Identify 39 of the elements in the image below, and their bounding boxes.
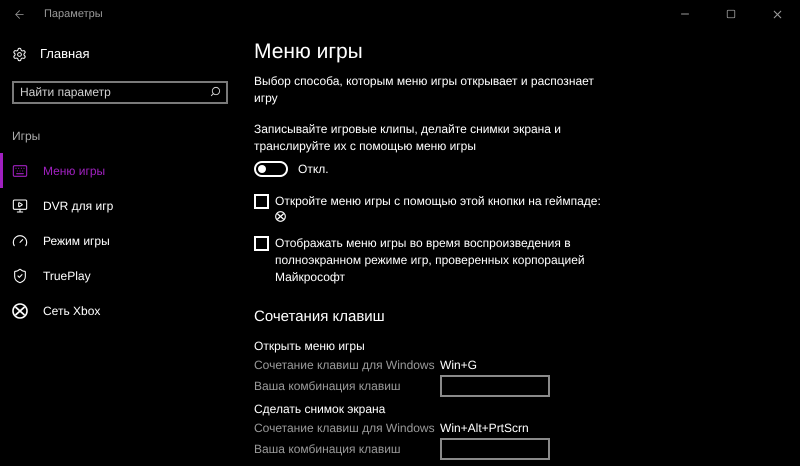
maximize-icon [726,9,736,19]
search-field[interactable]: Найти параметр [12,80,228,104]
nav-item[interactable]: DVR для игр [0,188,240,223]
checkbox-label: Отображать меню игры во время воспроизведения в полноэкранном режиме игр, проверенных корпорацией Майкрософт [275,235,586,286]
keyboard-icon [12,162,28,178]
shortcut-label: Сочетание клавиш для Windows [254,356,436,374]
xbox-icon [275,211,286,222]
window-title: Параметры [44,6,103,22]
shortcut-label: Сочетание клавиш для Windows [254,420,436,436]
xbox-icon [12,302,28,318]
shortcut-title: Открыть меню игры [254,338,366,354]
shortcut-input[interactable] [440,374,550,396]
back-arrow-icon [12,8,26,20]
shortcut-label: Ваша комбинация клавиш [254,378,402,394]
search-icon [210,86,221,97]
shortcut-input[interactable] [440,438,550,460]
section-heading: Сочетания клавиш [254,307,386,327]
close-icon [770,8,784,20]
description-text: Выбор способа, которым меню игры открывает и распознает игру [254,73,594,107]
toggle-state-label: Откл. [298,161,329,178]
toggle-description: Записывайте игровые клипы, делайте снимки экрана и транслируйте их с помощью меню игры [254,121,562,155]
page-title: Меню игры [254,39,364,65]
nav-item[interactable]: Сеть Xbox [0,293,240,328]
checkbox[interactable] [254,194,269,209]
toggle-switch[interactable] [254,161,288,177]
nav-item[interactable]: TruePlay [0,258,240,293]
section-label: Игры [12,128,42,145]
checkbox[interactable] [254,236,269,251]
shortcut-label: Ваша комбинация клавиш [254,440,402,458]
home-item[interactable]: Главная [0,44,240,64]
monitor-icon [12,198,28,214]
settings-icon [12,46,27,62]
nav-item[interactable]: Режим игры [0,223,240,258]
checkbox-label: Откройте меню игры с помощью этой кнопки на геймпаде: [275,193,602,210]
gauge-icon [12,232,28,248]
shortcut-title: Сделать снимок экрана [254,400,386,416]
shortcut-value: Win+Alt+PrtScrn [440,420,529,436]
shield-icon [12,268,28,284]
shortcut-value: Win+G [440,356,478,374]
